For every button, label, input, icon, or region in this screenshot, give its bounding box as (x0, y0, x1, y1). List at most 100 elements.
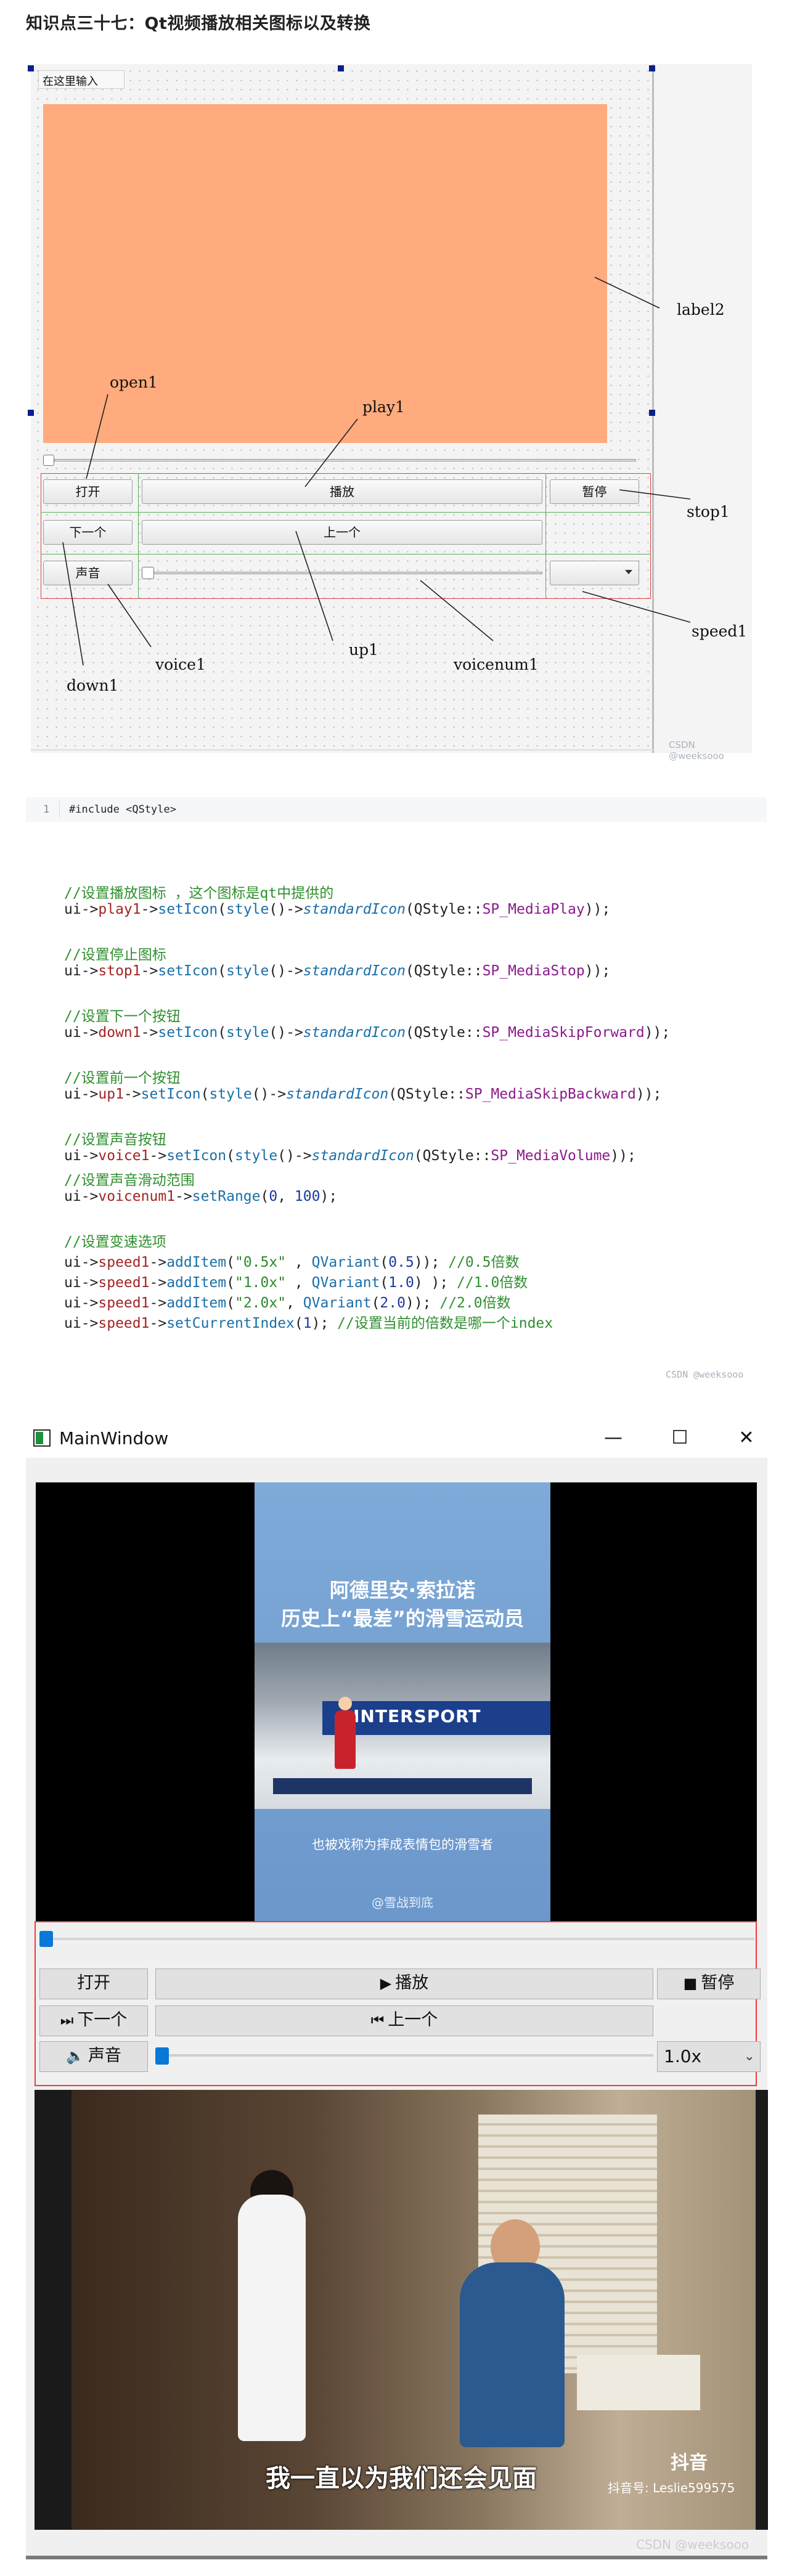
window-title: MainWindow (59, 1428, 169, 1448)
code-line: ui->voicenum1->setRange(0, 100); (64, 1188, 338, 1205)
voice-button-design[interactable]: 声音 (43, 561, 133, 585)
code-line: ui->play1->setIcon(style()->standardIcon… (64, 901, 611, 917)
annotation-play1: play1 (362, 398, 405, 416)
layout-separator (41, 512, 651, 513)
video-player-area[interactable]: 阿德里安·索拉诺 历史上“最差”的滑雪运动员 INTERSPORT 也被戏称为摔… (36, 1482, 757, 1921)
position-slider[interactable] (39, 1931, 754, 1947)
down-button-design[interactable]: 下一个 (43, 520, 133, 545)
annotation-down1: down1 (67, 677, 119, 694)
window-bottom-border (26, 2556, 767, 2559)
douyin-logo: 抖音 (671, 2452, 708, 2474)
speed-value: 1.0x (664, 2046, 702, 2066)
slider-track (149, 572, 542, 574)
video-watermark: @雪战到底 (372, 1895, 433, 1910)
skip-forward-icon: ⏭ (60, 2012, 74, 2029)
scene-person-right (460, 2262, 565, 2447)
slider-handle[interactable] (142, 567, 154, 579)
annotation-open1: open1 (110, 373, 158, 391)
sponsor-banner-text: INTERSPORT (353, 1706, 481, 1726)
slider-track (46, 1938, 754, 1940)
speed-combo[interactable]: 1.0x ⌄ (657, 2041, 761, 2072)
voicenum-slider-design[interactable] (142, 567, 542, 579)
code-line: ui->speed1->addItem("2.0x", QVariant(2.0… (64, 1295, 511, 1311)
annotation-label2: label2 (677, 301, 725, 319)
layout-separator (41, 554, 651, 555)
skip-backward-icon: ⏮ (370, 2012, 385, 2029)
prev-label: 上一个 (388, 2010, 438, 2030)
slider-handle[interactable] (39, 1931, 53, 1947)
close-icon[interactable]: ✕ (731, 1424, 762, 1452)
main-window: MainWindow — ☐ ✕ 阿德里安·索拉诺 历史上“最差”的滑雪运动员 … (26, 1418, 768, 2559)
code-line: ui->stop1->setIcon(style()->standardIcon… (64, 963, 611, 979)
slider-handle[interactable] (155, 2047, 169, 2065)
line-edit-placeholder[interactable]: 在这里输入 (38, 70, 125, 89)
code-comment: //设置声音滑动范围 (64, 1172, 195, 1188)
open-button[interactable]: 打开 (39, 1969, 148, 1999)
volume-icon: 🔈 (66, 2047, 84, 2065)
code-line: ui->down1->setIcon(style()->standardIcon… (64, 1025, 671, 1041)
label2-video-area (43, 104, 607, 443)
open-label: 打开 (77, 1973, 110, 1993)
stop-label: 暂停 (701, 1973, 735, 1993)
title-bar[interactable]: MainWindow — ☐ ✕ (26, 1418, 767, 1458)
score-bar (273, 1778, 532, 1794)
selection-handle[interactable] (28, 410, 34, 416)
layout-separator (545, 473, 546, 599)
csdn-watermark: CSDN @weeksooo (636, 2537, 749, 2552)
play-button[interactable]: ▶ 播放 (155, 1969, 653, 1999)
speed-combo-design[interactable] (550, 561, 639, 585)
prev-button[interactable]: ⏮ 上一个 (155, 2005, 653, 2036)
slider-track (161, 2054, 653, 2057)
scene-person-left (238, 2195, 306, 2441)
app-icon (33, 1429, 51, 1447)
selection-handle[interactable] (649, 65, 655, 71)
video-frame: 阿德里安·索拉诺 历史上“最差”的滑雪运动员 INTERSPORT 也被戏称为摔… (255, 1482, 550, 1921)
open-button-design[interactable]: 打开 (43, 479, 133, 504)
skier (335, 1710, 356, 1769)
position-slider-design[interactable] (43, 455, 636, 466)
volume-slider[interactable] (155, 2047, 653, 2065)
source-code-block: //设置播放图标 ，这个图标是qt中提供的 ui->play1->setIcon… (26, 838, 767, 1392)
video-subtitle: 也被戏称为摔成表情包的滑雪者 (312, 1837, 493, 1852)
selection-handle[interactable] (649, 410, 655, 416)
code-comment: //设置播放图标 ，这个图标是qt中提供的 (64, 885, 334, 901)
include-line: #include <QStyle> (69, 803, 176, 816)
form-right-edge (652, 64, 654, 753)
second-video-frame[interactable]: 我一直以为我们还会见面 抖音 抖音号: Leslie599575 (35, 2090, 768, 2530)
play-button-design[interactable]: 播放 (142, 479, 542, 504)
code-comment: //设置下一个按钮 (64, 1009, 181, 1025)
play-icon: ▶ (380, 1975, 392, 1992)
voice-button[interactable]: 🔈 声音 (39, 2041, 148, 2072)
layout-separator (138, 473, 139, 599)
article-heading: 知识点三十七：Qt视频播放相关图标以及转换 (26, 14, 371, 33)
selection-handle[interactable] (338, 65, 344, 71)
video-photo: INTERSPORT (255, 1643, 550, 1809)
annotation-stop1: stop1 (687, 503, 730, 521)
code-line: ui->speed1->setCurrentIndex(1); //设置当前的倍… (64, 1315, 553, 1331)
annotation-voice1: voice1 (155, 656, 206, 673)
annotation-speed1: speed1 (692, 622, 748, 640)
stop-button[interactable]: ■ 暂停 (657, 1969, 761, 1999)
annotation-up1: up1 (349, 641, 379, 659)
line-number: 1 (43, 803, 50, 816)
stop-button-design[interactable]: 暂停 (550, 479, 639, 504)
code-comment: //设置前一个按钮 (64, 1070, 181, 1086)
skier-head (338, 1697, 352, 1710)
selection-handle[interactable] (28, 65, 34, 71)
up-button-design[interactable]: 上一个 (142, 520, 542, 545)
next-label: 下一个 (77, 2010, 128, 2030)
gutter-divider (59, 801, 60, 818)
code-line: ui->up1->setIcon(style()->standardIcon(Q… (64, 1086, 662, 1102)
voice-label: 声音 (88, 2046, 121, 2065)
code-comment: //设置变速选项 (64, 1234, 166, 1250)
play-label: 播放 (395, 1973, 429, 1993)
scene-table (577, 2355, 700, 2410)
maximize-icon[interactable]: ☐ (664, 1424, 695, 1452)
form-bottom-edge (31, 749, 655, 750)
minimize-icon[interactable]: — (598, 1424, 629, 1452)
slider-handle[interactable] (43, 455, 54, 466)
include-code-block: 1 #include <QStyle> (26, 797, 767, 822)
next-button[interactable]: ⏭ 下一个 (39, 2005, 148, 2036)
chevron-down-icon: ⌄ (743, 2049, 755, 2064)
video-headline: 阿德里安·索拉诺 (329, 1579, 476, 1602)
